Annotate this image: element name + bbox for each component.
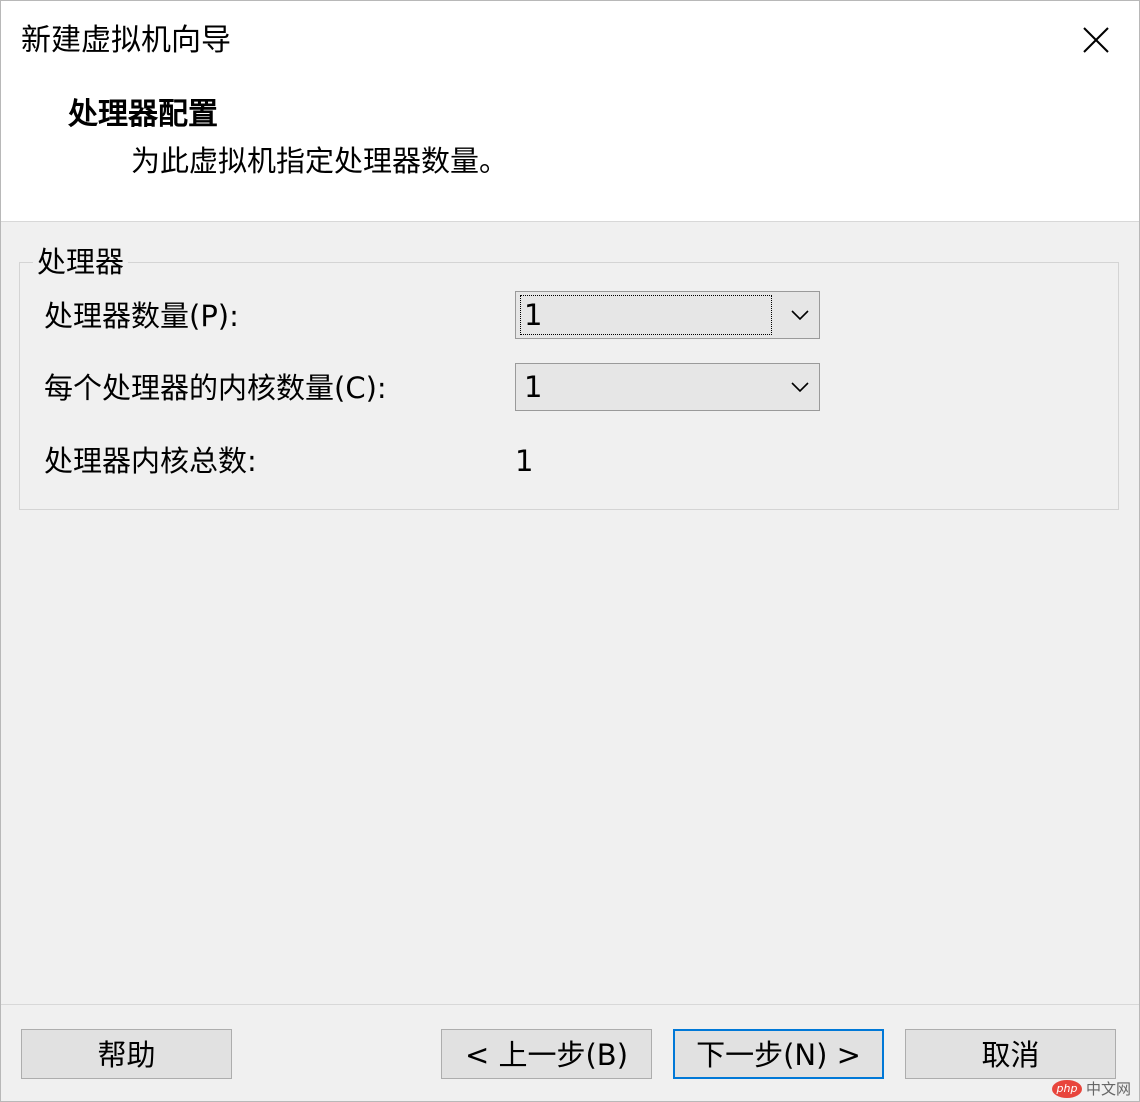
num-processors-select[interactable]: 1 [515,291,820,339]
cores-per-processor-select[interactable]: 1 [515,363,820,411]
num-processors-label: 处理器数量(P): [44,299,239,333]
footer-divider [1,1004,1139,1005]
watermark-text: 中文网 [1085,1080,1131,1098]
close-icon [1083,27,1109,53]
next-button[interactable]: 下一步(N) > [673,1029,884,1079]
processor-group-legend: 处理器 [33,242,129,282]
close-button[interactable] [1053,1,1139,79]
page-title: 处理器配置 [68,97,218,132]
page-subtitle: 为此虚拟机指定处理器数量。 [131,144,509,178]
window-title: 新建虚拟机向导 [21,23,231,58]
title-bar: 新建虚拟机向导 [1,1,1139,79]
help-button[interactable]: 帮助 [21,1029,232,1079]
num-processors-value: 1 [520,295,772,335]
wizard-header: 处理器配置 为此虚拟机指定处理器数量。 [1,79,1139,222]
cores-per-processor-label: 每个处理器的内核数量(C): [44,371,387,405]
total-cores-value: 1 [515,444,534,478]
watermark: php 中文网 [1051,1078,1131,1099]
chevron-down-icon [791,382,809,393]
cores-per-processor-value: 1 [524,370,543,404]
back-button[interactable]: < 上一步(B) [441,1029,652,1079]
cancel-button[interactable]: 取消 [905,1029,1116,1079]
watermark-logo: php [1051,1079,1082,1098]
wizard-window: 新建虚拟机向导 处理器配置 为此虚拟机指定处理器数量。 处理器 处理器数量(P)… [0,0,1140,1102]
chevron-down-icon [791,310,809,321]
total-cores-label: 处理器内核总数: [44,444,257,478]
